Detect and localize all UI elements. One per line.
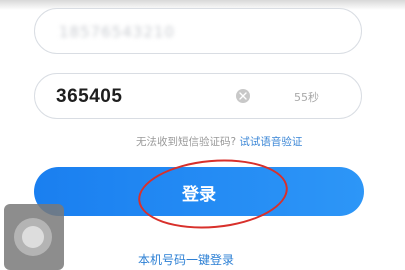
verification-code-value: 365405 bbox=[56, 86, 123, 107]
login-button-label: 登录 bbox=[182, 185, 216, 205]
assistive-touch-button[interactable] bbox=[4, 204, 64, 270]
sms-not-received-text: 无法收到短信验证码? bbox=[136, 136, 237, 148]
clear-circle-icon[interactable] bbox=[236, 89, 250, 103]
phone-number-value: 18576543210 bbox=[59, 23, 175, 41]
verification-code-field[interactable]: 365405 55秒 bbox=[34, 73, 362, 119]
login-button[interactable]: 登录 bbox=[34, 167, 364, 216]
resend-countdown: 55秒 bbox=[294, 91, 319, 104]
sms-help-row: 无法收到短信验证码? 试试语音验证 bbox=[136, 134, 302, 149]
clear-x-glyph bbox=[239, 92, 247, 100]
phone-number-field[interactable]: 18576543210 bbox=[34, 8, 362, 54]
assistive-touch-ring-icon bbox=[14, 218, 52, 256]
voice-verification-link[interactable]: 试试语音验证 bbox=[239, 136, 302, 148]
assistive-touch-core-icon bbox=[22, 226, 44, 248]
one-click-login-link[interactable]: 本机号码一键登录 bbox=[138, 251, 234, 268]
